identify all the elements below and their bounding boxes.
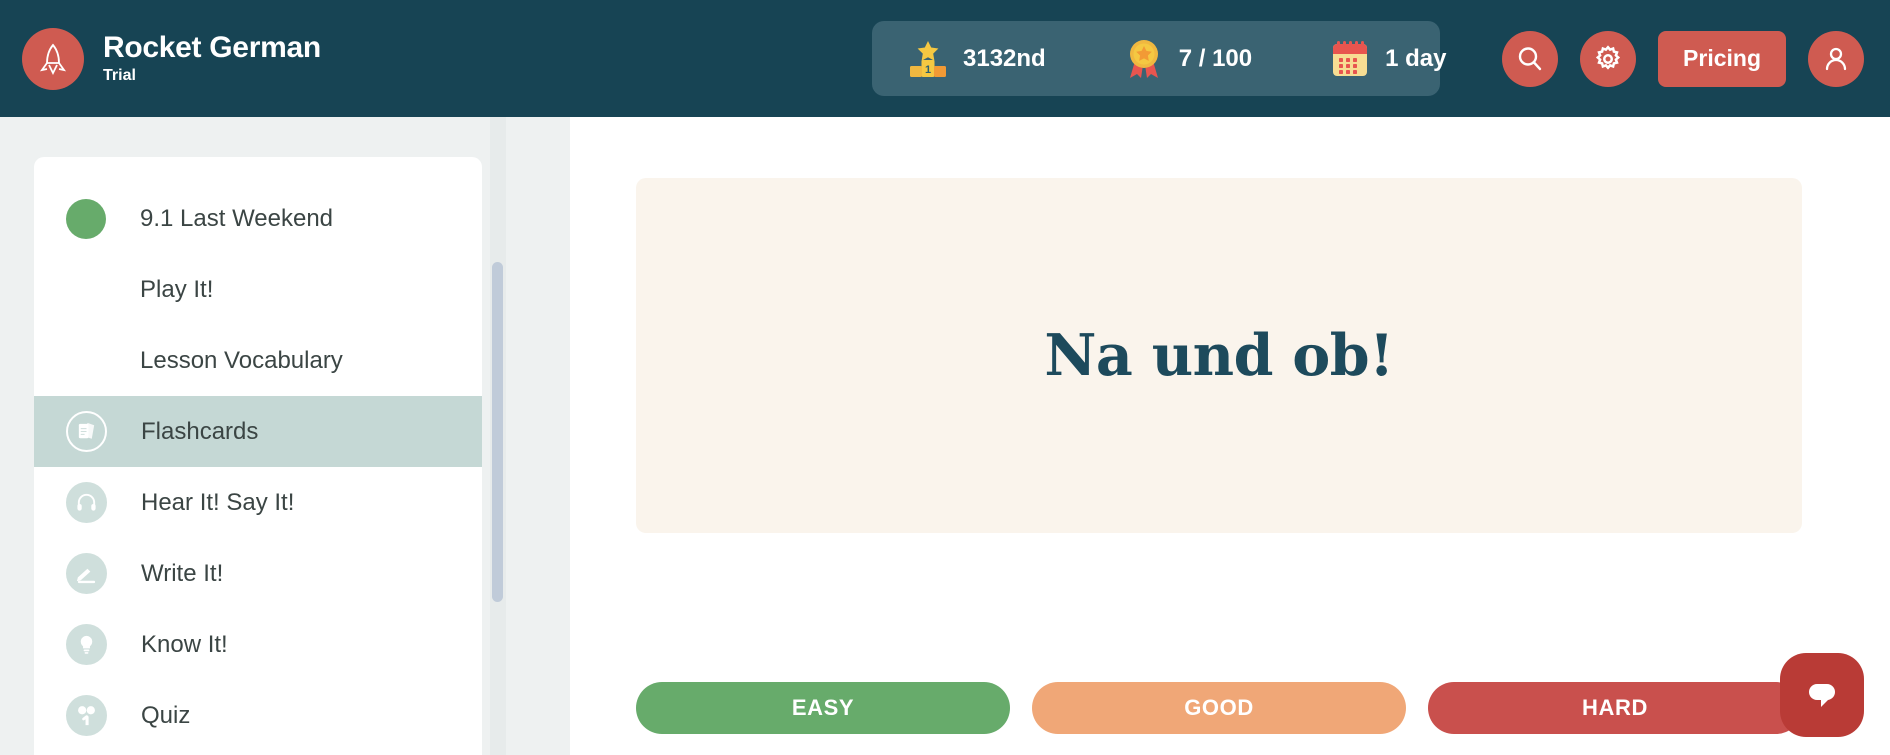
chat-support-button[interactable] — [1780, 653, 1864, 737]
sidebar-item-label: Lesson Vocabulary — [140, 346, 343, 374]
content-area: 9.1 Last Weekend Play It! Lesson Vocabul… — [0, 117, 1890, 755]
medal-icon — [1129, 39, 1158, 78]
sidebar-scrollbar-thumb[interactable] — [492, 262, 503, 602]
lightbulb-icon — [66, 624, 107, 665]
sidebar-item-quiz[interactable]: Quiz — [34, 680, 482, 751]
header-actions: Pricing — [1502, 0, 1864, 117]
brand[interactable]: Rocket German Trial — [22, 27, 321, 90]
sidebar-item-lesson-vocabulary[interactable]: Lesson Vocabulary — [34, 325, 482, 396]
writing-hand-icon — [66, 553, 107, 594]
podium-rank-icon: 1 — [910, 40, 946, 77]
sidebar-item-hear-it-say-it[interactable]: Hear It! Say It! — [34, 467, 482, 538]
stat-streak-value: 1 day — [1385, 44, 1447, 72]
flashcard-text: Na und ob! — [1044, 322, 1394, 389]
rate-hard-button[interactable]: HARD — [1428, 682, 1802, 734]
sidebar-item-know-it[interactable]: Know It! — [34, 609, 482, 680]
stats-bar: 1 3132nd 7 / 100 1 day — [872, 21, 1447, 96]
flashcards-icon — [66, 411, 107, 452]
rate-easy-button[interactable]: EASY — [636, 682, 1010, 734]
lesson-nav-card: 9.1 Last Weekend Play It! Lesson Vocabul… — [34, 157, 482, 755]
sidebar-item-label: Write It! — [141, 559, 224, 587]
rate-good-button[interactable]: GOOD — [1032, 682, 1406, 734]
rating-buttons: EASY GOOD HARD — [636, 682, 1802, 734]
app-title: Rocket German — [103, 31, 321, 64]
sidebar-item-label: 9.1 Last Weekend — [140, 204, 334, 232]
sidebar-item-play-it[interactable]: Play It! — [34, 254, 482, 325]
green-dot-icon — [66, 198, 106, 239]
stat-points[interactable]: 7 / 100 — [1122, 37, 1252, 81]
stat-rank-value: 3132nd — [963, 44, 1046, 72]
pricing-button[interactable]: Pricing — [1658, 30, 1786, 87]
sidebar-item-lesson[interactable]: 9.1 Last Weekend — [34, 183, 482, 254]
sidebar-item-flashcards[interactable]: Flashcards — [34, 396, 482, 467]
account-button[interactable] — [1808, 30, 1864, 87]
sidebar-item-label: Know It! — [141, 630, 228, 658]
app-header: Rocket German Trial 1 3132nd 7 / 100 1 d… — [0, 0, 1890, 117]
main-panel: Na und ob! EASY GOOD HARD — [570, 117, 1890, 755]
headphones-icon — [66, 482, 107, 523]
quiz-hand-icon — [66, 695, 107, 736]
gear-icon — [1595, 44, 1621, 70]
stat-streak[interactable]: 1 day — [1328, 37, 1447, 81]
sidebar-item-label: Hear It! Say It! — [141, 488, 295, 516]
brand-text: Rocket German Trial — [103, 31, 321, 86]
flashcard[interactable]: Na und ob! — [636, 178, 1802, 533]
sidebar-item-label: Play It! — [140, 275, 214, 303]
rocket-icon — [22, 27, 84, 90]
search-button[interactable] — [1502, 30, 1559, 87]
svg-text:1: 1 — [925, 64, 931, 76]
stat-rank[interactable]: 1 3132nd — [906, 37, 1046, 81]
sidebar-item-write-it[interactable]: Write It! — [34, 538, 482, 609]
user-icon — [1825, 47, 1847, 70]
chat-bubble-icon — [1809, 684, 1835, 707]
sidebar: 9.1 Last Weekend Play It! Lesson Vocabul… — [0, 117, 570, 755]
search-icon — [1518, 46, 1542, 70]
calendar-icon — [1333, 40, 1368, 76]
sidebar-item-label: Quiz — [141, 701, 191, 729]
settings-button[interactable] — [1580, 30, 1637, 87]
plan-badge: Trial — [103, 67, 136, 84]
sidebar-item-label: Flashcards — [141, 417, 259, 445]
stat-points-value: 7 / 100 — [1178, 44, 1253, 72]
